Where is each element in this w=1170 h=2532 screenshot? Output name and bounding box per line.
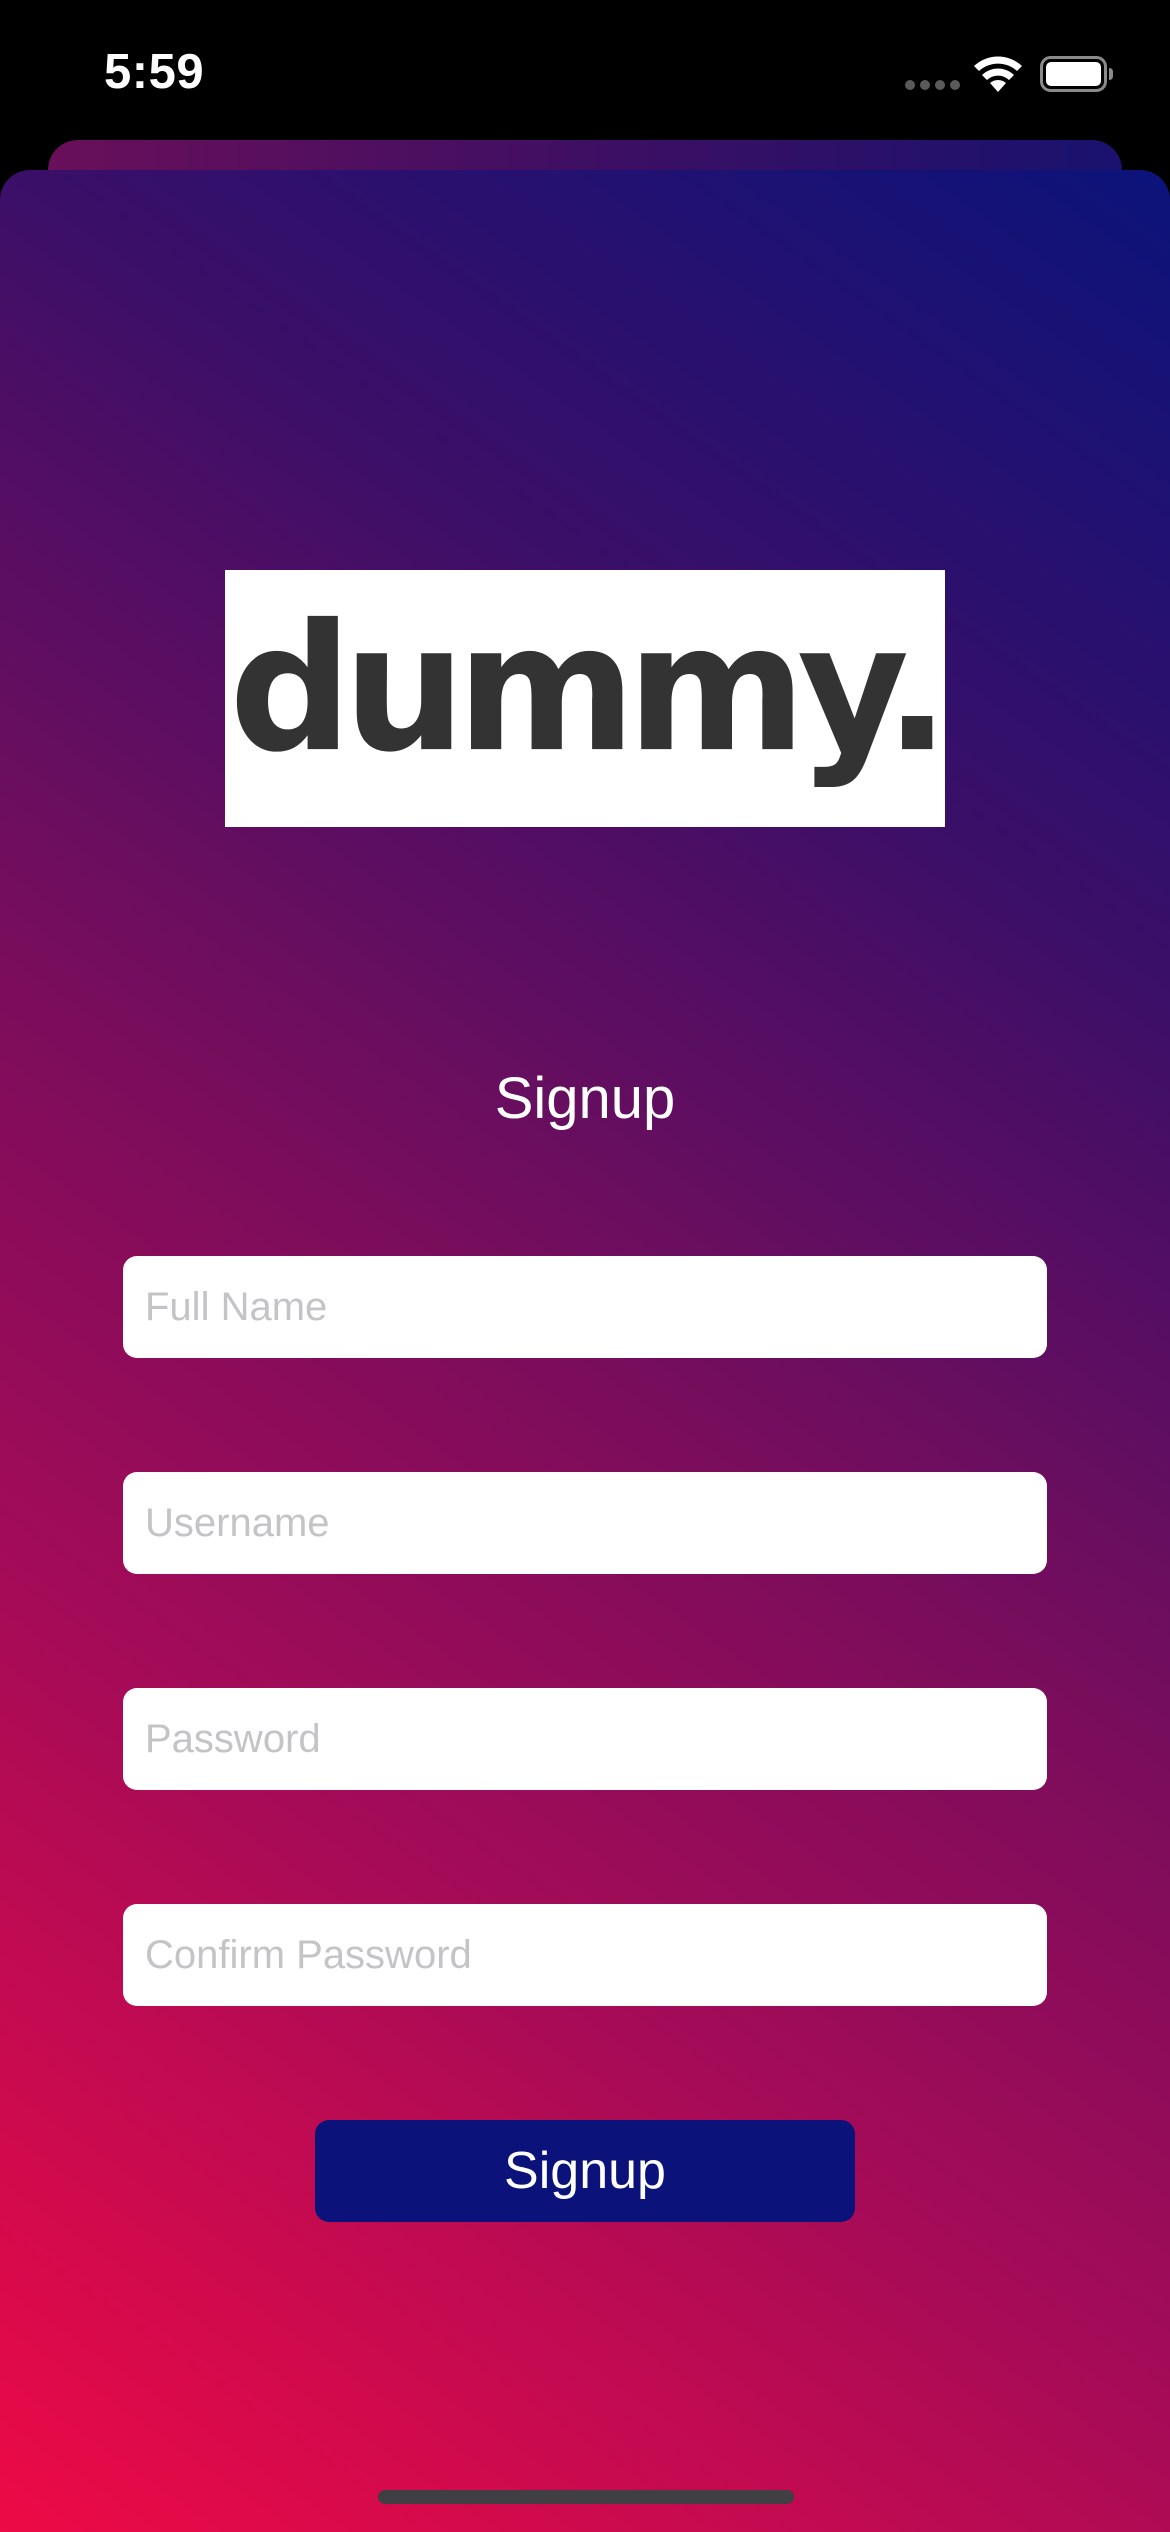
full-name-input[interactable] — [123, 1256, 1047, 1358]
page-title: Signup — [494, 1066, 676, 1131]
wifi-icon — [974, 56, 1022, 92]
signup-button[interactable]: Signup — [315, 2120, 855, 2222]
signup-screen: 5:59 dummy. Signup Signup — [0, 0, 1170, 2532]
status-time: 5:59 — [104, 45, 205, 99]
home-indicator — [378, 2490, 794, 2504]
status-bar: 5:59 — [0, 0, 1170, 140]
password-input[interactable] — [123, 1688, 1047, 1790]
signal-icon — [905, 80, 961, 92]
confirm-password-input[interactable] — [123, 1904, 1047, 2006]
battery-icon — [1040, 56, 1113, 92]
signup-card: dummy. Signup Signup — [0, 170, 1170, 2532]
logo: dummy. — [225, 570, 950, 827]
username-input[interactable] — [123, 1472, 1047, 1574]
logo-text: dummy. — [229, 585, 950, 791]
